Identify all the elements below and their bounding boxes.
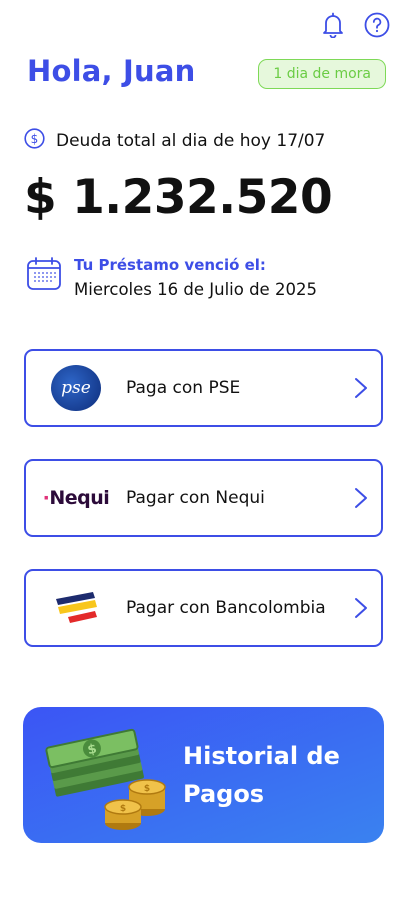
pay-nequi-button[interactable]: ·Nequi Pagar con Nequi: [24, 459, 383, 537]
debt-label: Deuda total al dia de hoy 17/07: [56, 130, 326, 151]
help-icon[interactable]: [364, 12, 390, 38]
greeting-title: Hola, Juan: [27, 54, 196, 88]
nequi-logo: ·Nequi: [42, 487, 110, 509]
due-title: Tu Préstamo venció el:: [74, 256, 266, 274]
mora-status-badge: 1 dia de mora: [258, 59, 386, 89]
svg-text:$: $: [120, 804, 126, 814]
pay-bancolombia-button[interactable]: Pagar con Bancolombia: [24, 569, 383, 647]
pse-logo: pse: [26, 365, 126, 411]
due-date: Miercoles 16 de Julio de 2025: [74, 280, 317, 299]
money-stack-icon: $ $ $: [23, 707, 183, 843]
payment-history-title: Historial de Pagos: [183, 742, 340, 808]
svg-text:$: $: [144, 784, 150, 794]
due-date-row: Tu Préstamo venció el: Miercoles 16 de J…: [26, 255, 317, 299]
chevron-right-icon: [341, 597, 381, 619]
debt-amount: $ 1.232.520: [24, 170, 333, 225]
chevron-right-icon: [341, 487, 381, 509]
bancolombia-logo: [26, 590, 126, 626]
payment-history-button[interactable]: $ $ $ Historial de Pagos: [23, 707, 384, 843]
top-actions: [320, 12, 390, 38]
pay-bancolombia-label: Pagar con Bancolombia: [126, 598, 326, 618]
dollar-circle-icon: $: [24, 128, 45, 153]
bell-icon[interactable]: [320, 12, 346, 38]
svg-text:$: $: [31, 132, 39, 146]
pay-pse-button[interactable]: pse Paga con PSE: [24, 349, 383, 427]
debt-row: $ Deuda total al dia de hoy 17/07: [24, 128, 325, 153]
pay-nequi-label: Pagar con Nequi: [126, 488, 265, 508]
chevron-right-icon: [341, 377, 381, 399]
calendar-icon: [26, 255, 62, 299]
pay-pse-label: Paga con PSE: [126, 378, 241, 398]
